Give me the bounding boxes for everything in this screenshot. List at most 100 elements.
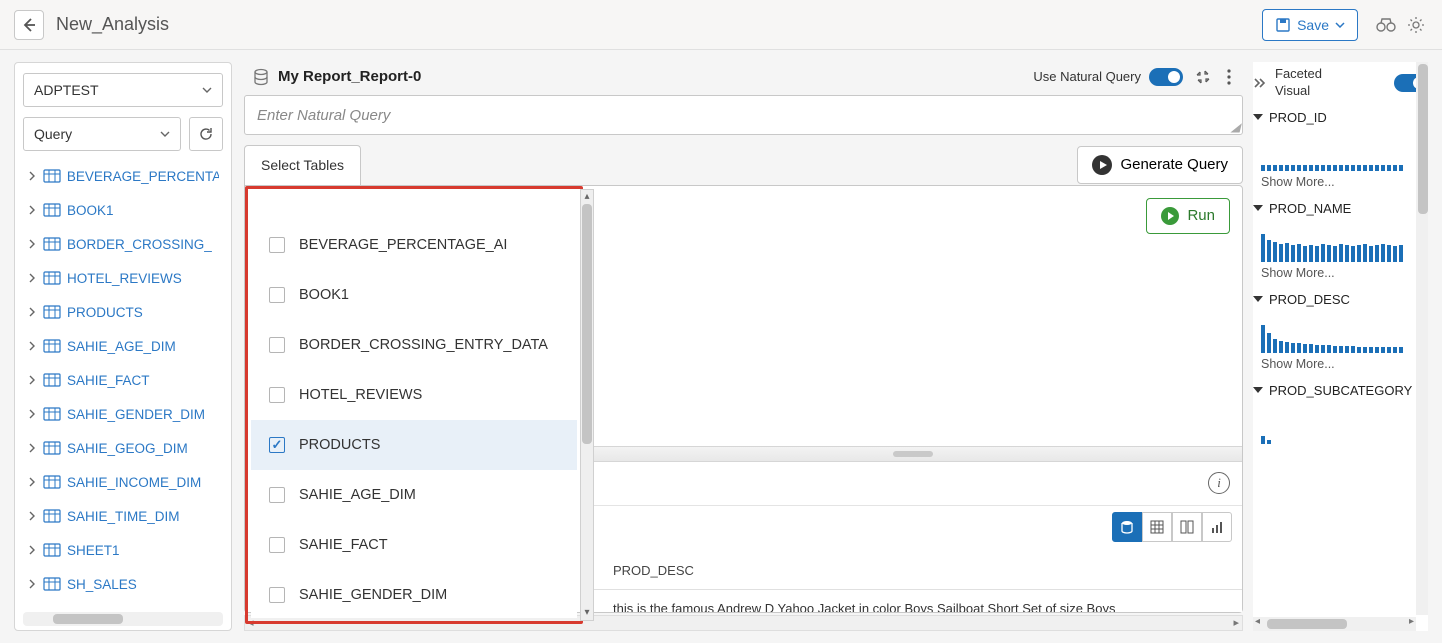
right-scroll-thumb[interactable] [1418,64,1428,214]
arrow-left-icon [21,17,37,33]
natural-query-input[interactable]: Enter Natural Query ◢ [244,95,1243,135]
select-tables-tab[interactable]: Select Tables [244,145,361,185]
checkbox[interactable] [269,537,285,553]
select-table-item[interactable]: SAHIE_FACT [251,520,577,570]
table-option-label: BEVERAGE_PERCENTAGE_AI [299,237,507,253]
sidebar-table-item[interactable]: BOOK1 [23,193,223,227]
select-table-item[interactable]: SAHIE_GENDER_DIM [251,570,577,620]
kebab-menu-icon[interactable] [1223,69,1235,85]
view-card-button[interactable] [1172,512,1202,542]
table-label: PRODUCTS [67,305,143,320]
view-data-button[interactable] [1112,512,1142,542]
select-table-item[interactable]: BOOK1 [251,270,577,320]
caret-right-icon [27,443,37,453]
facet-header[interactable]: PROD_SUBCATEGORY [1253,383,1428,398]
sidebar-table-item[interactable]: HOTEL_REVIEWS [23,261,223,295]
sidebar-table-item[interactable]: BEVERAGE_PERCENTA [23,159,223,193]
table-label: SAHIE_GENDER_DIM [67,407,205,422]
facet-header[interactable]: PROD_DESC [1253,292,1428,307]
refresh-button[interactable] [189,117,223,151]
sidebar-table-item[interactable]: SAHIE_GENDER_DIM [23,397,223,431]
table-row[interactable]: this is the famous Andrew D Yahoo Jacket… [583,590,1242,612]
resize-handle-icon[interactable]: ◢ [1231,120,1240,134]
generate-query-button[interactable]: Generate Query [1077,146,1243,184]
column-header[interactable]: PROD_DESC [583,563,1242,578]
run-button[interactable]: Run [1146,198,1230,234]
facet-section: PROD_NAME Show More... [1253,201,1428,280]
right-scrollbar-horizontal[interactable] [1253,617,1416,631]
table-icon [43,441,61,455]
caret-right-icon [27,341,37,351]
save-button[interactable]: Save [1262,9,1358,41]
table-label: SAHIE_FACT [67,373,150,388]
horizontal-split-handle[interactable] [583,446,1242,462]
table-header-row: PROD_DESC [583,552,1242,590]
sidebar-table-item[interactable]: SHEET1 [23,533,223,567]
show-more-link[interactable]: Show More... [1261,357,1428,371]
sidebar-table-item[interactable]: SAHIE_TIME_DIM [23,499,223,533]
results-area: i [583,462,1242,612]
report-header: My Report_Report-0 Use Natural Query [244,62,1243,91]
view-chart-button[interactable] [1202,512,1232,542]
checkbox[interactable] [269,587,285,603]
select-table-item[interactable]: BORDER_CROSSING_ENTRY_DATA [251,320,577,370]
table-label: BOOK1 [67,203,114,218]
sidebar-table-item[interactable]: SAHIE_AGE_DIM [23,329,223,363]
database-select[interactable]: ADPTEST [23,73,223,107]
facet-label: PROD_DESC [1269,292,1350,307]
checkbox[interactable] [269,237,285,253]
natural-query-toggle[interactable] [1149,68,1183,86]
right-scrollbar-vertical[interactable] [1416,62,1428,615]
center-panel: My Report_Report-0 Use Natural Query Ent… [244,62,1243,631]
query-select[interactable]: Query [23,117,181,151]
caret-right-icon [27,579,37,589]
facet-header[interactable]: PROD_NAME [1253,201,1428,216]
table-icon [43,407,61,421]
caret-down-icon [1253,205,1263,211]
checkbox[interactable] [269,337,285,353]
checkbox[interactable] [269,387,285,403]
show-more-link[interactable]: Show More... [1261,175,1428,189]
facet-label: PROD_ID [1269,110,1327,125]
binoculars-icon[interactable] [1374,13,1398,37]
caret-right-icon [27,477,37,487]
table-label: SH_SALES [67,577,137,592]
sparkline-chart [1261,414,1428,444]
select-table-item[interactable]: PRODUCTS [251,420,577,470]
left-scrollbar-horizontal[interactable] [23,612,223,626]
select-table-item[interactable]: HOTEL_REVIEWS [251,370,577,420]
caret-down-icon [1253,296,1263,302]
table-label: HOTEL_REVIEWS [67,271,182,286]
facet-header[interactable]: PROD_ID [1253,110,1428,125]
caret-right-icon [27,409,37,419]
back-button[interactable] [14,10,44,40]
sidebar-table-item[interactable]: SAHIE_INCOME_DIM [23,465,223,499]
facet-section: PROD_DESC Show More... [1253,292,1428,371]
view-table-button[interactable] [1142,512,1172,542]
table-label: SAHIE_GEOG_DIM [67,441,188,456]
scroll-up-icon[interactable]: ▴ [581,190,593,204]
checkbox[interactable] [269,487,285,503]
popup-scroll-thumb[interactable] [582,204,592,444]
collapse-icon[interactable] [1191,69,1215,85]
sidebar-table-item[interactable]: SAHIE_FACT [23,363,223,397]
show-more-link[interactable]: Show More... [1261,266,1428,280]
checkbox[interactable] [269,437,285,453]
sidebar-table-item[interactable]: PRODUCTS [23,295,223,329]
sparkline-chart [1261,323,1428,353]
table-label: SAHIE_TIME_DIM [67,509,180,524]
right-panel: Faceted Visual PROD_ID Show More...PROD_… [1253,62,1428,631]
caret-right-icon [27,239,37,249]
info-icon[interactable]: i [1208,472,1230,494]
right-hscroll-thumb[interactable] [1267,619,1347,629]
collapse-right-icon[interactable] [1253,76,1267,90]
sidebar-table-item[interactable]: SAHIE_GEOG_DIM [23,431,223,465]
sidebar-table-item[interactable]: BORDER_CROSSING_ [23,227,223,261]
gear-icon[interactable] [1404,13,1428,37]
table-icon [43,475,61,489]
sidebar-table-item[interactable]: SH_SALES [23,567,223,601]
table-label: BEVERAGE_PERCENTA [67,169,219,184]
select-table-item[interactable]: SAHIE_AGE_DIM [251,470,577,520]
checkbox[interactable] [269,287,285,303]
select-table-item[interactable]: BEVERAGE_PERCENTAGE_AI [251,220,577,270]
